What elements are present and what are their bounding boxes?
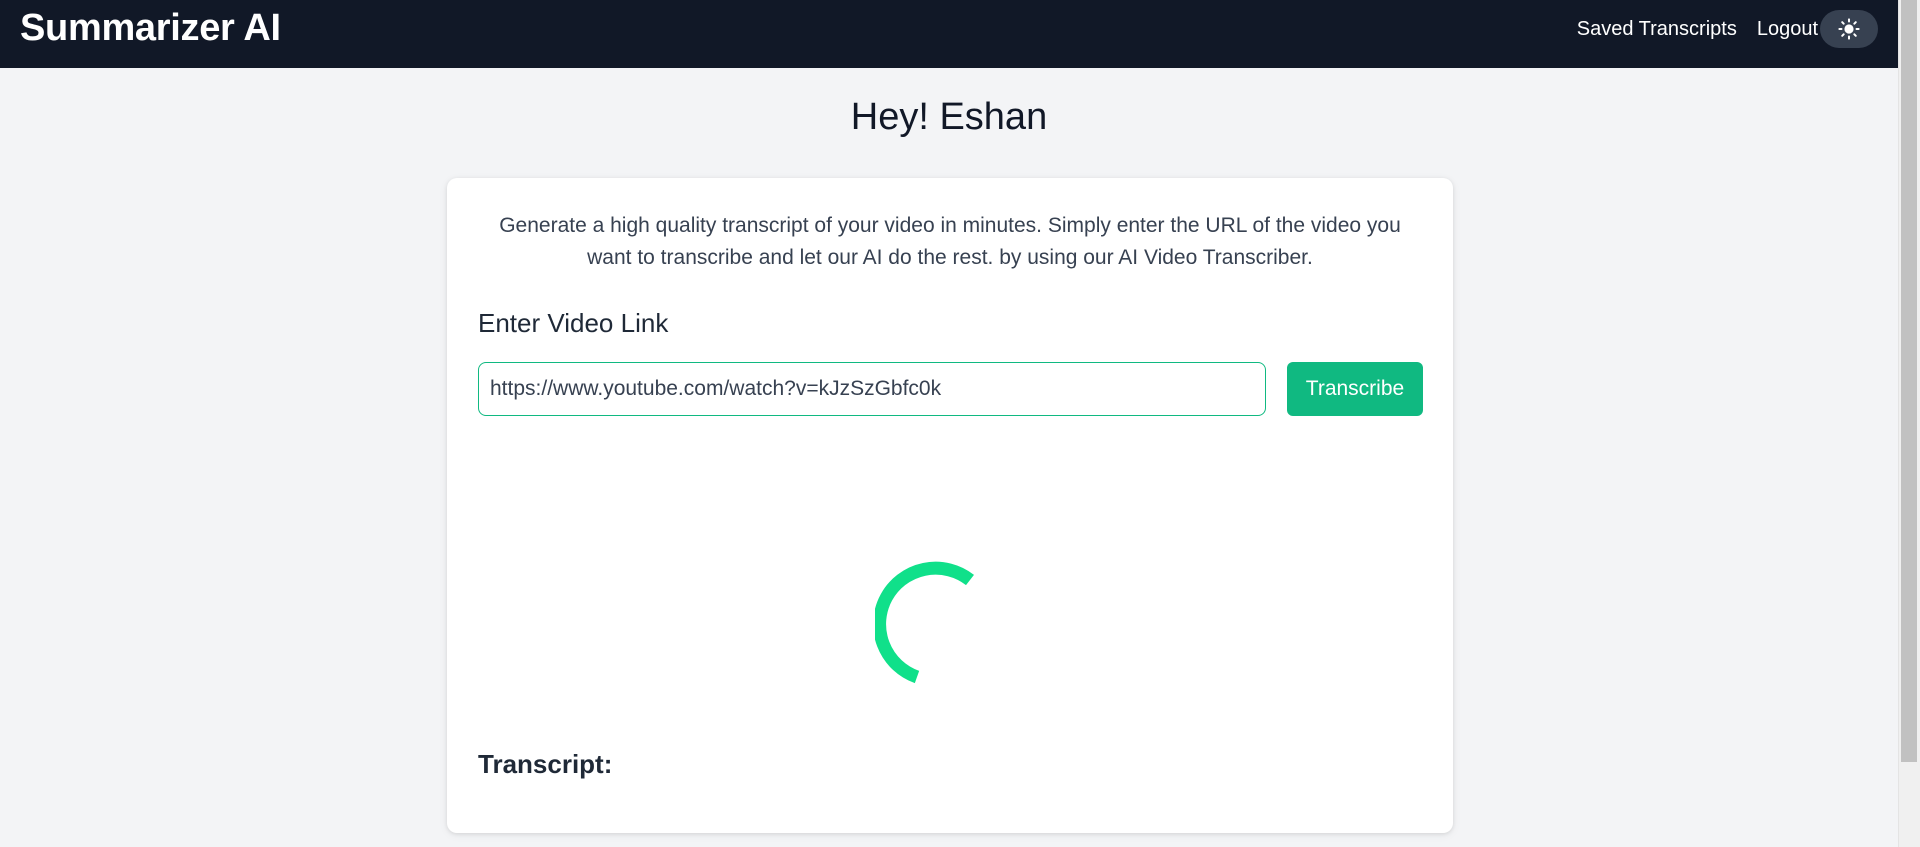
transcribe-button[interactable]: Transcribe: [1287, 362, 1423, 416]
transcript-label: Transcript:: [478, 749, 613, 779]
transcriber-card: Generate a high quality transcript of yo…: [447, 178, 1453, 833]
spinner-icon: [875, 561, 974, 684]
video-link-heading: Enter Video Link: [478, 308, 669, 338]
saved-transcripts-link[interactable]: Saved Transcripts: [1577, 18, 1737, 41]
scrollbar-thumb[interactable]: [1901, 0, 1917, 762]
page-scrollbar[interactable]: [1898, 0, 1920, 847]
greeting-heading: Hey! Eshan: [850, 96, 1048, 138]
nav-links: Saved Transcripts Logout: [1557, 10, 1878, 48]
top-navbar: Summarizer AI Saved Transcripts Logout: [0, 0, 1898, 68]
sun-icon: [1838, 18, 1860, 40]
video-url-input[interactable]: [478, 362, 1266, 416]
logout-link[interactable]: Logout: [1757, 18, 1818, 41]
app-title: Summarizer AI: [20, 6, 281, 49]
intro-description: Generate a high quality transcript of yo…: [499, 214, 1401, 269]
theme-toggle-button[interactable]: [1820, 10, 1878, 48]
